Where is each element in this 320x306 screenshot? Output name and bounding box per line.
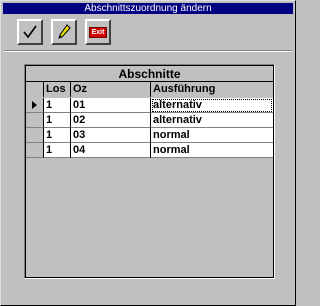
exit-label: Exit bbox=[88, 26, 108, 38]
cell-oz[interactable]: 04 bbox=[71, 143, 151, 158]
edit-button[interactable] bbox=[51, 19, 77, 45]
pencil-icon bbox=[58, 24, 71, 39]
row-indicator[interactable] bbox=[26, 113, 44, 128]
cell-ausfuehrung[interactable]: alternativ bbox=[151, 98, 273, 113]
table-row[interactable]: 1 04 normal bbox=[26, 143, 273, 158]
column-header-ausfuehrung[interactable]: Ausführung bbox=[151, 82, 273, 97]
ok-button[interactable] bbox=[17, 19, 43, 45]
header-indicator-cell bbox=[26, 82, 44, 97]
column-header-oz[interactable]: Oz bbox=[71, 82, 151, 97]
current-row-pointer-icon bbox=[32, 101, 37, 109]
checkmark-icon bbox=[23, 25, 37, 39]
row-indicator[interactable] bbox=[26, 98, 44, 113]
row-indicator[interactable] bbox=[26, 128, 44, 143]
row-indicator[interactable] bbox=[26, 143, 44, 158]
table-row[interactable]: 1 02 alternativ bbox=[26, 113, 273, 128]
cell-ausfuehrung[interactable]: alternativ bbox=[151, 113, 273, 128]
cell-ausfuehrung[interactable]: normal bbox=[151, 143, 273, 158]
exit-button[interactable]: Exit bbox=[85, 19, 111, 45]
sections-grid[interactable]: Abschnitte Los Oz Ausführung 1 01 altern… bbox=[24, 64, 275, 279]
window-title[interactable]: Abschnittszuordnung ändern bbox=[3, 3, 293, 14]
cell-oz[interactable]: 02 bbox=[71, 113, 151, 128]
cell-oz[interactable]: 03 bbox=[71, 128, 151, 143]
dialog-window: Abschnittszuordnung ändern Exit Abschnit… bbox=[0, 0, 296, 306]
table-row[interactable]: 1 01 alternativ bbox=[26, 98, 273, 113]
toolbar-separator bbox=[4, 50, 292, 52]
cell-los[interactable]: 1 bbox=[44, 98, 71, 113]
column-header-los[interactable]: Los bbox=[44, 82, 71, 97]
cell-los[interactable]: 1 bbox=[44, 143, 71, 158]
table-row[interactable]: 1 03 normal bbox=[26, 128, 273, 143]
grid-header-row: Los Oz Ausführung bbox=[26, 82, 273, 97]
cell-oz[interactable]: 01 bbox=[71, 98, 151, 113]
cell-ausfuehrung[interactable]: normal bbox=[151, 128, 273, 143]
cell-los[interactable]: 1 bbox=[44, 128, 71, 143]
cell-los[interactable]: 1 bbox=[44, 113, 71, 128]
grid-caption: Abschnitte bbox=[26, 66, 273, 82]
